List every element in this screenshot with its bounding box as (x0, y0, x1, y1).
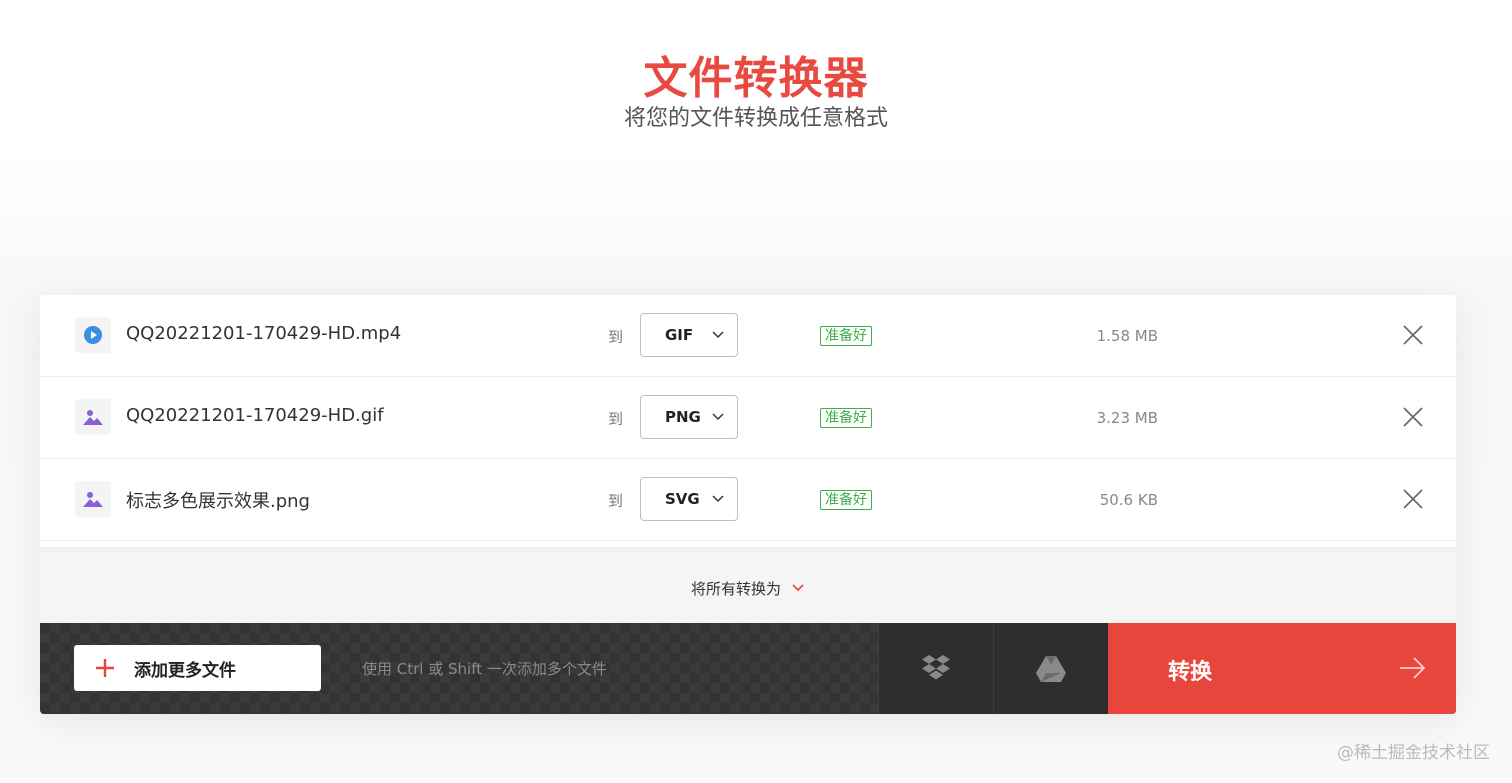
chevron-down-icon (712, 495, 724, 503)
close-icon (1403, 489, 1423, 509)
dropbox-button[interactable] (878, 623, 993, 714)
convert-label: 转换 (1168, 660, 1213, 685)
remove-file-button[interactable] (1400, 322, 1426, 348)
chevron-down-icon (712, 413, 724, 421)
file-name: 标志多色展示效果.png (126, 491, 310, 512)
watermark: @稀土掘金技术社区 (1337, 743, 1490, 763)
format-select[interactable]: PNG (640, 395, 738, 439)
converter-panel: QQ20221201-170429-HD.mp4 到 GIF 准备好 1.58 … (40, 295, 1456, 714)
dropbox-icon (922, 654, 950, 679)
format-value: SVG (665, 490, 700, 508)
to-label: 到 (608, 492, 624, 510)
arrow-right-icon (1400, 657, 1426, 679)
google-drive-icon (1036, 655, 1066, 682)
file-row: QQ20221201-170429-HD.gif 到 PNG 准备好 3.23 … (40, 377, 1456, 459)
format-value: PNG (665, 408, 701, 426)
file-name: QQ20221201-170429-HD.gif (126, 405, 384, 426)
close-icon (1403, 325, 1423, 345)
status-badge: 准备好 (820, 326, 872, 346)
to-label: 到 (608, 328, 624, 346)
convert-all-label: 将所有转换为 (690, 579, 781, 598)
video-icon (75, 317, 111, 353)
status-badge: 准备好 (820, 408, 872, 428)
format-select[interactable]: SVG (640, 477, 738, 521)
convert-button[interactable]: 转换 (1108, 623, 1456, 714)
file-row: QQ20221201-170429-HD.mp4 到 GIF 准备好 1.58 … (40, 295, 1456, 377)
remove-file-button[interactable] (1400, 486, 1426, 512)
file-name: QQ20221201-170429-HD.mp4 (126, 323, 402, 344)
add-more-files-button[interactable]: 添加更多文件 (74, 645, 321, 691)
format-value: GIF (665, 326, 694, 344)
to-label: 到 (608, 410, 624, 428)
status-badge: 准备好 (820, 490, 872, 510)
close-icon (1403, 407, 1423, 427)
page: 文件转换器 将您的文件转换成任意格式 QQ20221201-170429-HD.… (0, 0, 1512, 783)
plus-icon (96, 659, 114, 677)
action-bar: 添加更多文件 使用 Ctrl 或 Shift 一次添加多个文件 转换 (40, 623, 1456, 714)
chevron-down-icon (792, 584, 804, 592)
google-drive-button[interactable] (993, 623, 1108, 714)
file-size: 1.58 MB (1096, 327, 1158, 345)
multi-select-hint: 使用 Ctrl 或 Shift 一次添加多个文件 (362, 660, 607, 678)
remove-file-button[interactable] (1400, 404, 1426, 430)
page-title: 文件转换器 (643, 53, 869, 104)
format-select[interactable]: GIF (640, 313, 738, 357)
image-icon (75, 481, 111, 517)
file-row: 标志多色展示效果.png 到 SVG 准备好 50.6 KB (40, 459, 1456, 541)
chevron-down-icon (712, 331, 724, 339)
file-size: 50.6 KB (1099, 491, 1158, 509)
image-icon (75, 399, 111, 435)
convert-all-dropdown[interactable]: 将所有转换为 (40, 547, 1456, 623)
page-subtitle: 将您的文件转换成任意格式 (623, 106, 888, 131)
file-size: 3.23 MB (1096, 409, 1158, 427)
add-more-files-label: 添加更多文件 (134, 660, 236, 681)
